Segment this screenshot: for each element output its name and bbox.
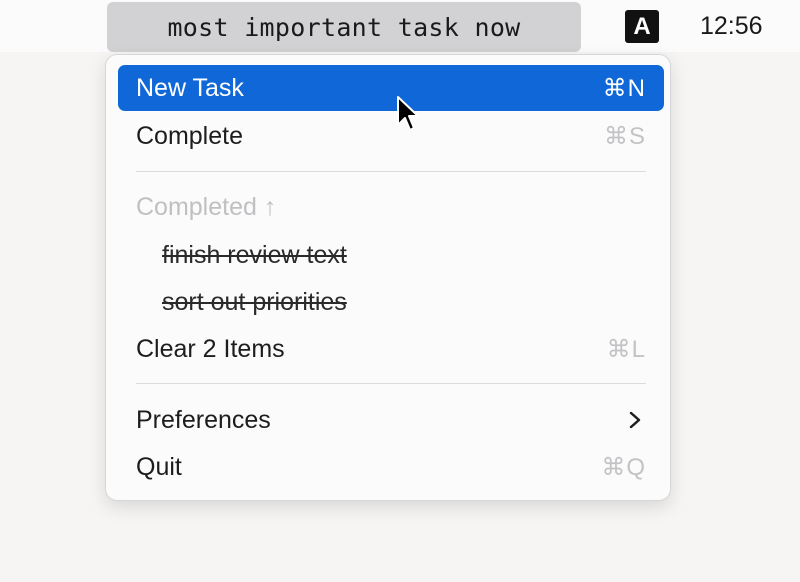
menu-item-label: Quit [136, 452, 182, 481]
menu-section-label: Completed ↑ [136, 192, 277, 221]
menu-separator [136, 171, 646, 172]
chevron-right-icon [624, 409, 646, 431]
menu-item-label: New Task [136, 73, 244, 102]
completed-item-label: sort out priorities [162, 287, 347, 316]
status-item-current-task[interactable]: most important task now [107, 2, 581, 52]
menu-bar: most important task now A 12:56 [0, 0, 800, 52]
status-item-label: most important task now [167, 12, 521, 42]
menu-item-quit[interactable]: Quit ⌘Q [118, 444, 664, 490]
completed-item-label: finish review text [162, 240, 347, 269]
mouse-pointer-icon [397, 96, 419, 131]
menu-item-label: Clear 2 Items [136, 334, 285, 363]
menu-section-header-completed: Completed ↑ [118, 184, 664, 230]
menu-item-complete[interactable]: Complete ⌘S [118, 113, 664, 159]
task-dropdown-menu: New Task ⌘N Complete ⌘S Completed ↑ fini… [105, 54, 671, 501]
menu-item-clear-items[interactable]: Clear 2 Items ⌘L [118, 326, 664, 372]
menu-item-label: Complete [136, 121, 243, 150]
menu-bar-clock[interactable]: 12:56 [700, 12, 763, 41]
menu-item-preferences[interactable]: Preferences [118, 397, 664, 443]
completed-item-finish-review-text[interactable]: finish review text [118, 232, 664, 278]
menu-separator [136, 383, 646, 384]
menu-item-shortcut: ⌘S [603, 122, 646, 150]
menu-item-label: Preferences [136, 405, 271, 434]
input-source-icon[interactable]: A [625, 10, 659, 43]
menu-item-new-task[interactable]: New Task ⌘N [118, 65, 664, 111]
menu-item-shortcut: ⌘Q [601, 453, 646, 481]
menu-item-shortcut: ⌘N [602, 74, 646, 102]
menu-item-shortcut: ⌘L [606, 335, 646, 363]
completed-item-sort-out-priorities[interactable]: sort out priorities [118, 279, 664, 325]
